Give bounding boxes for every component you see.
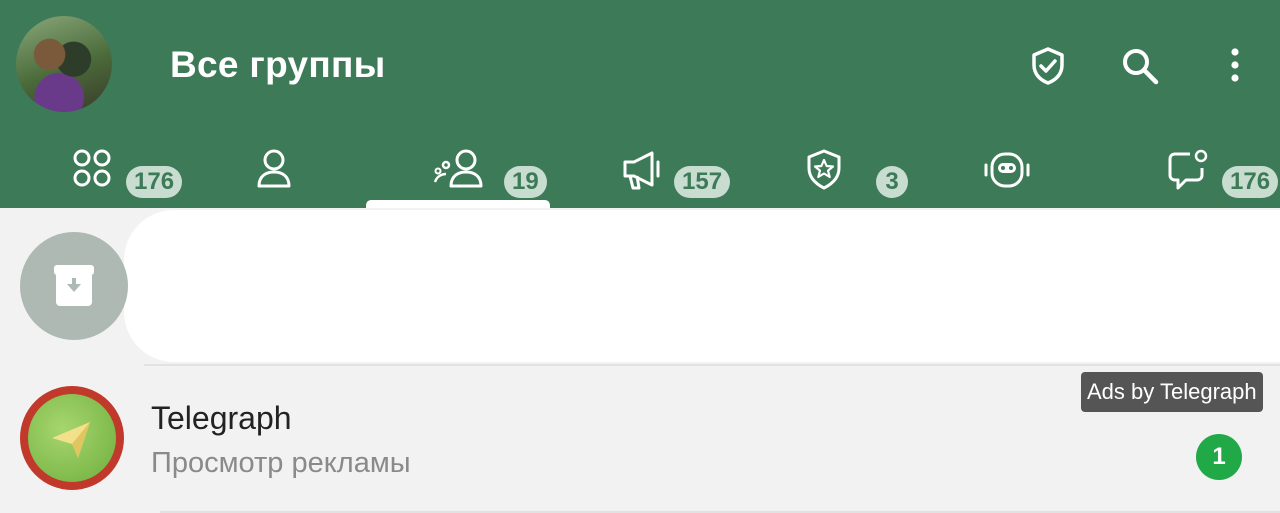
archive-card[interactable] [124, 210, 1280, 362]
tab-groups[interactable]: 19 [432, 140, 552, 202]
shield-star-icon [807, 149, 841, 190]
telegraph-avatar[interactable] [20, 386, 124, 490]
tab-badge: 157 [674, 166, 731, 198]
more-vertical-icon[interactable] [1215, 44, 1255, 88]
search-icon[interactable] [1120, 44, 1160, 88]
profile-avatar[interactable] [16, 16, 112, 112]
bot-icon [984, 152, 1030, 188]
tab-badge: 19 [504, 166, 547, 198]
tab-unread[interactable]: 176 [1166, 140, 1280, 202]
ads-label: Ads by Telegraph [1081, 372, 1263, 412]
tab-admin[interactable]: 3 [804, 140, 914, 202]
telegraph-logo [28, 394, 116, 482]
tab-bots[interactable] [982, 140, 1032, 202]
chat-subtitle: Просмотр рекламы [151, 447, 411, 479]
tab-badge: 176 [1222, 166, 1279, 198]
tab-channels[interactable]: 157 [620, 140, 732, 202]
chat-name: Telegraph [151, 400, 292, 436]
chat-bubble-icon [1168, 149, 1208, 190]
shield-check-icon[interactable] [1028, 44, 1068, 88]
archive-avatar[interactable] [20, 232, 128, 340]
megaphone-icon [623, 151, 660, 190]
page-title: Все группы [170, 44, 386, 85]
tab-all[interactable]: 176 [72, 140, 183, 202]
user-icon [257, 149, 291, 188]
tab-badge: 3 [876, 166, 908, 198]
groups-icon [433, 149, 483, 188]
unread-badge: 1 [1196, 434, 1242, 480]
app-header: Все группы 176 19 157 3 176 [0, 0, 1280, 210]
archive-icon [54, 265, 94, 306]
all-chats-icon [73, 149, 111, 187]
tab-badge: 176 [126, 166, 183, 198]
tab-personal[interactable] [254, 140, 298, 202]
